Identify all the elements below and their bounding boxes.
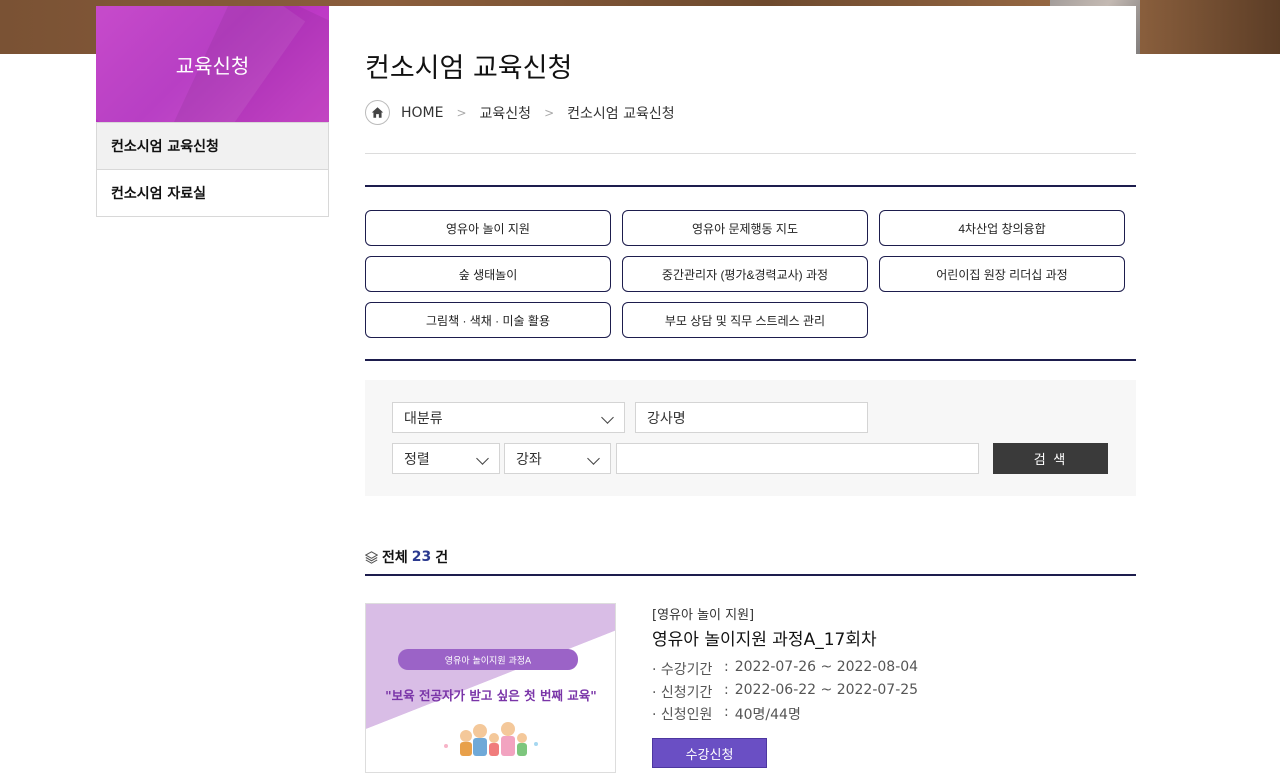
sidebar-header-title: 교육신청 bbox=[175, 53, 250, 78]
instructor-input[interactable]: 강사명 bbox=[635, 402, 868, 433]
breadcrumb: HOME > 교육신청 > 컨소시엄 교육신청 bbox=[365, 100, 675, 125]
course-category: [영유아 놀이 지원] bbox=[652, 608, 755, 623]
layers-icon bbox=[365, 550, 378, 564]
course-info-applicants: · 신청인원 : 40명/44명 bbox=[652, 704, 801, 724]
info-value: 2022-06-22 ~ 2022-07-25 bbox=[734, 682, 919, 698]
divider bbox=[365, 574, 1136, 576]
divider bbox=[365, 359, 1136, 361]
thumbnail-badge-text: 영유아 놀이지원 과정A bbox=[445, 656, 532, 667]
result-count-suffix: 건 bbox=[435, 550, 449, 566]
info-colon: : bbox=[724, 659, 729, 675]
course-info-study-period: · 수강기간 : 2022-07-26 ~ 2022-08-04 bbox=[652, 659, 918, 679]
search-panel bbox=[365, 380, 1136, 496]
result-count: 전체 23 건 bbox=[365, 547, 448, 567]
category-button-forest-play[interactable]: 숲 생태놀이 bbox=[365, 256, 611, 292]
category-select[interactable]: 대분류 bbox=[392, 402, 625, 433]
category-button-director-leadership[interactable]: 어린이집 원장 리더십 과정 bbox=[879, 256, 1125, 292]
breadcrumb-separator-icon: > bbox=[544, 105, 555, 120]
course-select[interactable]: 강좌 bbox=[504, 443, 611, 474]
course-title[interactable]: 영유아 놀이지원 과정A_17회차 bbox=[652, 625, 877, 650]
divider bbox=[365, 185, 1136, 187]
divider bbox=[365, 153, 1136, 154]
category-button-middle-manager[interactable]: 중간관리자 (평가&경력교사) 과정 bbox=[622, 256, 868, 292]
search-button[interactable]: 검 색 bbox=[993, 443, 1108, 474]
breadcrumb-current: 컨소시엄 교육신청 bbox=[567, 105, 675, 122]
info-value: 2022-07-26 ~ 2022-08-04 bbox=[734, 659, 919, 675]
sidebar-header: 교육신청 bbox=[96, 6, 329, 122]
info-colon: : bbox=[724, 682, 729, 698]
result-count-prefix: 전체 bbox=[382, 550, 408, 566]
info-label: · 수강기간 bbox=[652, 662, 713, 678]
category-select-value: 대분류 bbox=[404, 410, 443, 427]
course-info-apply-period: · 신청기간 : 2022-06-22 ~ 2022-07-25 bbox=[652, 682, 918, 702]
sidebar-menu: 컨소시엄 교육신청 컨소시엄 자료실 bbox=[96, 122, 329, 217]
home-icon[interactable] bbox=[365, 100, 390, 125]
category-button-4th-industry[interactable]: 4차산업 창의융합 bbox=[879, 210, 1125, 246]
breadcrumb-home[interactable]: HOME bbox=[401, 105, 443, 121]
keyword-input[interactable] bbox=[616, 443, 979, 474]
info-label: · 신청기간 bbox=[652, 685, 713, 701]
page-title: 컨소시엄 교육신청 bbox=[365, 53, 573, 84]
category-button-play-support[interactable]: 영유아 놀이 지원 bbox=[365, 210, 611, 246]
sort-select-value: 정렬 bbox=[404, 451, 430, 468]
instructor-input-placeholder: 강사명 bbox=[647, 410, 686, 427]
sidebar-item-consortium-apply[interactable]: 컨소시엄 교육신청 bbox=[97, 122, 328, 169]
category-button-behavior-guidance[interactable]: 영유아 문제행동 지도 bbox=[622, 210, 868, 246]
sidebar-item-consortium-archive[interactable]: 컨소시엄 자료실 bbox=[97, 169, 328, 216]
course-select-value: 강좌 bbox=[516, 451, 542, 468]
category-button-picturebook-art[interactable]: 그림책 · 색채 · 미술 활용 bbox=[365, 302, 611, 338]
chevron-down-icon bbox=[476, 452, 489, 465]
sort-select[interactable]: 정렬 bbox=[392, 443, 500, 474]
course-thumbnail[interactable]: 영유아 놀이지원 과정A "보육 전공자가 받고 싶은 첫 번째 교육" bbox=[365, 603, 616, 773]
result-count-number: 23 bbox=[411, 549, 432, 565]
info-colon: : bbox=[724, 704, 729, 720]
chevron-down-icon bbox=[601, 411, 614, 424]
thumbnail-slogan-text: "보육 전공자가 받고 싶은 첫 번째 교육" bbox=[385, 688, 597, 703]
info-label: · 신청인원 bbox=[652, 707, 713, 723]
chevron-down-icon bbox=[587, 452, 600, 465]
breadcrumb-separator-icon: > bbox=[456, 105, 467, 120]
apply-button[interactable]: 수강신청 bbox=[652, 738, 767, 768]
breadcrumb-education[interactable]: 교육신청 bbox=[480, 103, 532, 123]
category-button-parent-counseling[interactable]: 부모 상담 및 직무 스트레스 관리 bbox=[622, 302, 868, 338]
info-value: 40명/44명 bbox=[734, 707, 801, 723]
